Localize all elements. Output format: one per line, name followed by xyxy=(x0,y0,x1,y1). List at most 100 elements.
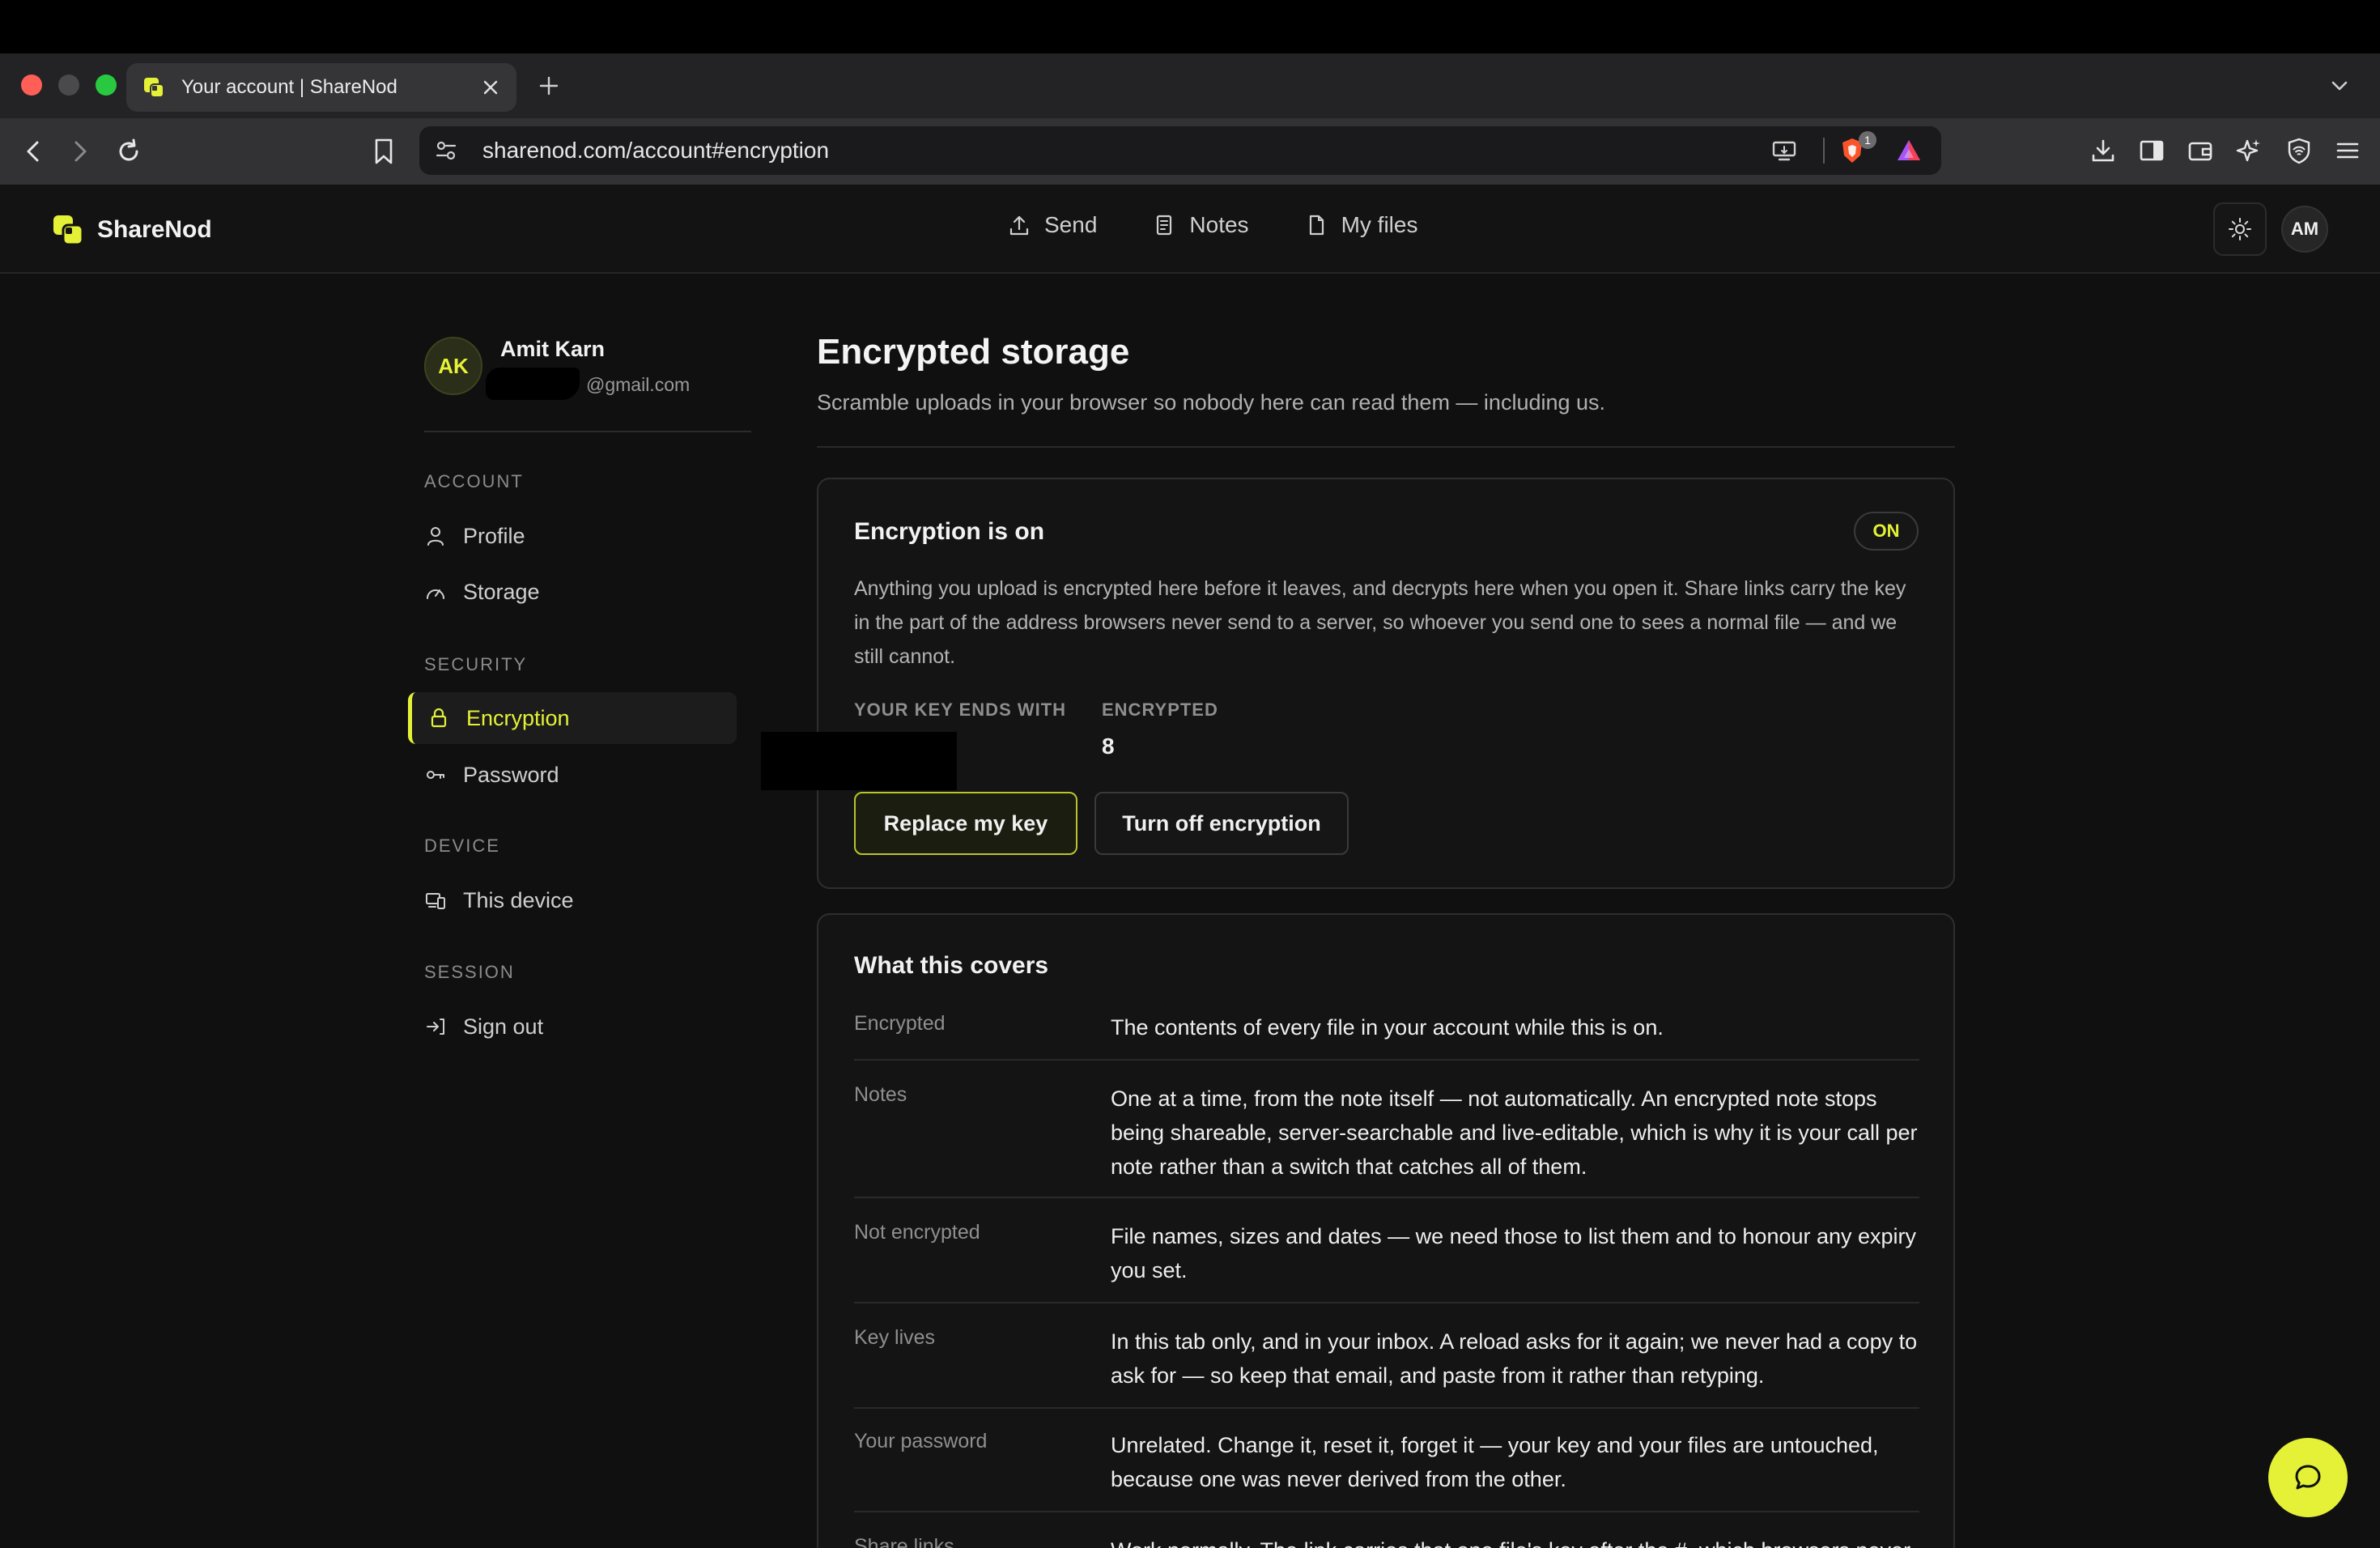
status-card-title: Encryption is on xyxy=(854,518,1045,545)
top-navigation: Send Notes My files xyxy=(1007,212,1473,238)
sidebar-item-profile[interactable]: Profile xyxy=(408,510,737,562)
section-security: SECURITY xyxy=(424,654,528,674)
coverage-row-value: The contents of every file in your accou… xyxy=(1111,1015,1664,1040)
sidebar-divider xyxy=(424,431,751,432)
sign-out-icon xyxy=(427,1019,444,1035)
nav-my-files-label: My files xyxy=(1341,212,1418,237)
user-icon xyxy=(427,527,444,546)
sidebar-item-sign-out[interactable]: Sign out xyxy=(408,1001,737,1053)
close-window-button[interactable] xyxy=(21,74,42,96)
sharenod-logo-icon xyxy=(53,215,84,246)
menu-icon[interactable] xyxy=(2333,136,2362,165)
sidebar-item-this-device[interactable]: This device xyxy=(408,874,737,926)
coverage-row-key: Not encrypted xyxy=(854,1221,980,1244)
brand-name: ShareNod xyxy=(97,216,212,243)
file-icon xyxy=(1309,215,1324,236)
sidebar-item-storage[interactable]: Storage xyxy=(408,566,737,618)
row-divider xyxy=(854,1197,1919,1198)
sun-icon xyxy=(2229,218,2251,240)
theme-toggle-button[interactable] xyxy=(2213,202,2267,256)
back-arrow-icon[interactable] xyxy=(18,136,49,167)
encrypted-count-label: ENCRYPTED xyxy=(1102,700,1218,720)
redacted-email-mark xyxy=(486,368,580,400)
url-text[interactable]: sharenod.com/account#encryption xyxy=(482,138,829,164)
note-icon xyxy=(1157,215,1172,236)
brand-link[interactable]: ShareNod xyxy=(52,214,212,246)
nav-notes[interactable]: Notes xyxy=(1152,212,1249,238)
encrypted-count-value: 8 xyxy=(1102,734,1115,759)
key-icon xyxy=(427,771,444,779)
sidebar-item-encryption[interactable]: Encryption xyxy=(408,692,737,744)
title-divider xyxy=(817,446,1955,448)
redacted-key-mark xyxy=(761,732,957,790)
site-settings-icon[interactable] xyxy=(434,138,458,163)
profile-name: Amit Karn xyxy=(500,337,606,361)
tab-title: Your account | ShareNod xyxy=(181,76,397,98)
upload-icon xyxy=(1009,215,1029,236)
user-avatar-button[interactable]: AM xyxy=(2281,206,2328,253)
profile-email: @gmail.com xyxy=(586,374,691,395)
bookmark-icon[interactable] xyxy=(369,136,398,167)
sidebar-item-label: This device xyxy=(463,887,574,912)
coverage-row-value: File names, sizes and dates — we need th… xyxy=(1111,1224,1917,1282)
gauge-icon xyxy=(427,589,444,599)
sidebar-item-password[interactable]: Password xyxy=(408,749,737,801)
section-device: DEVICE xyxy=(424,836,500,856)
reload-icon[interactable] xyxy=(113,136,144,167)
coverage-row-value: In this tab only, and in your inbox. A r… xyxy=(1111,1329,1918,1388)
wallet-icon[interactable] xyxy=(2186,136,2215,165)
zoom-window-button[interactable] xyxy=(96,74,117,96)
lock-icon xyxy=(431,708,447,728)
coverage-row-key: Key lives xyxy=(854,1326,936,1349)
page-title: Encrypted storage xyxy=(817,332,1130,372)
section-account: ACCOUNT xyxy=(424,471,524,491)
coverage-row-key: Share links xyxy=(854,1535,954,1548)
shields-count-badge: 1 xyxy=(1859,131,1876,149)
coverage-row-key: Your password xyxy=(854,1430,988,1452)
cast-screen-icon[interactable] xyxy=(1770,136,1799,165)
sidebar-toggle-icon[interactable] xyxy=(2137,136,2166,165)
downloads-icon[interactable] xyxy=(2089,136,2118,165)
brave-rewards-icon[interactable] xyxy=(1894,136,1923,165)
replace-key-button[interactable]: Replace my key xyxy=(854,792,1077,855)
coverage-row-value: One at a time, from the note itself — no… xyxy=(1111,1087,1918,1179)
sharenod-favicon-icon xyxy=(144,78,164,98)
close-tab-icon[interactable] xyxy=(481,78,500,97)
section-session: SESSION xyxy=(424,962,515,982)
chat-bubble-icon xyxy=(2295,1465,2321,1490)
browser-tab-active[interactable]: Your account | ShareNod xyxy=(126,63,516,112)
nav-send-label: Send xyxy=(1044,212,1098,237)
sidebar-item-label: Storage xyxy=(463,579,540,604)
coverage-card-title: What this covers xyxy=(854,952,1049,979)
sidebar-item-label: Profile xyxy=(463,523,525,548)
minimize-window-button[interactable] xyxy=(58,74,79,96)
coverage-row-key: Encrypted xyxy=(854,1012,946,1035)
row-divider xyxy=(854,1059,1919,1061)
coverage-row-value: Unrelated. Change it, reset it, forget i… xyxy=(1111,1433,1879,1491)
profile-avatar: AK xyxy=(424,337,482,395)
turn-off-encryption-button[interactable]: Turn off encryption xyxy=(1094,792,1349,855)
new-tab-icon[interactable] xyxy=(538,74,560,97)
row-divider xyxy=(854,1302,1919,1303)
row-divider xyxy=(854,1407,1919,1409)
page-subtitle: Scramble uploads in your browser so nobo… xyxy=(817,390,1606,415)
forward-arrow-icon[interactable] xyxy=(65,136,96,167)
leo-ai-icon[interactable] xyxy=(2234,136,2263,165)
coverage-row-value: Work normally. The link carries that one… xyxy=(1111,1533,1920,1548)
row-divider xyxy=(854,1511,1919,1512)
status-badge: ON xyxy=(1854,512,1919,551)
sidebar-item-label: Sign out xyxy=(463,1014,544,1039)
chat-support-button[interactable] xyxy=(2268,1438,2348,1517)
nav-my-files[interactable]: My files xyxy=(1304,212,1418,238)
coverage-row-key: Notes xyxy=(854,1083,907,1106)
key-ends-label: YOUR KEY ENDS WITH xyxy=(854,700,1067,720)
vpn-shield-icon[interactable] xyxy=(2284,136,2314,165)
screen-top-bar xyxy=(0,0,2380,53)
sidebar-item-label: Encryption xyxy=(466,705,570,730)
nav-send[interactable]: Send xyxy=(1007,212,1097,238)
sidebar-item-label: Password xyxy=(463,762,559,787)
status-card-description: Anything you upload is encrypted here be… xyxy=(854,577,1906,668)
address-bar-separator xyxy=(1823,138,1825,164)
tab-list-chevron-icon[interactable] xyxy=(2330,76,2349,96)
devices-icon xyxy=(426,893,445,909)
